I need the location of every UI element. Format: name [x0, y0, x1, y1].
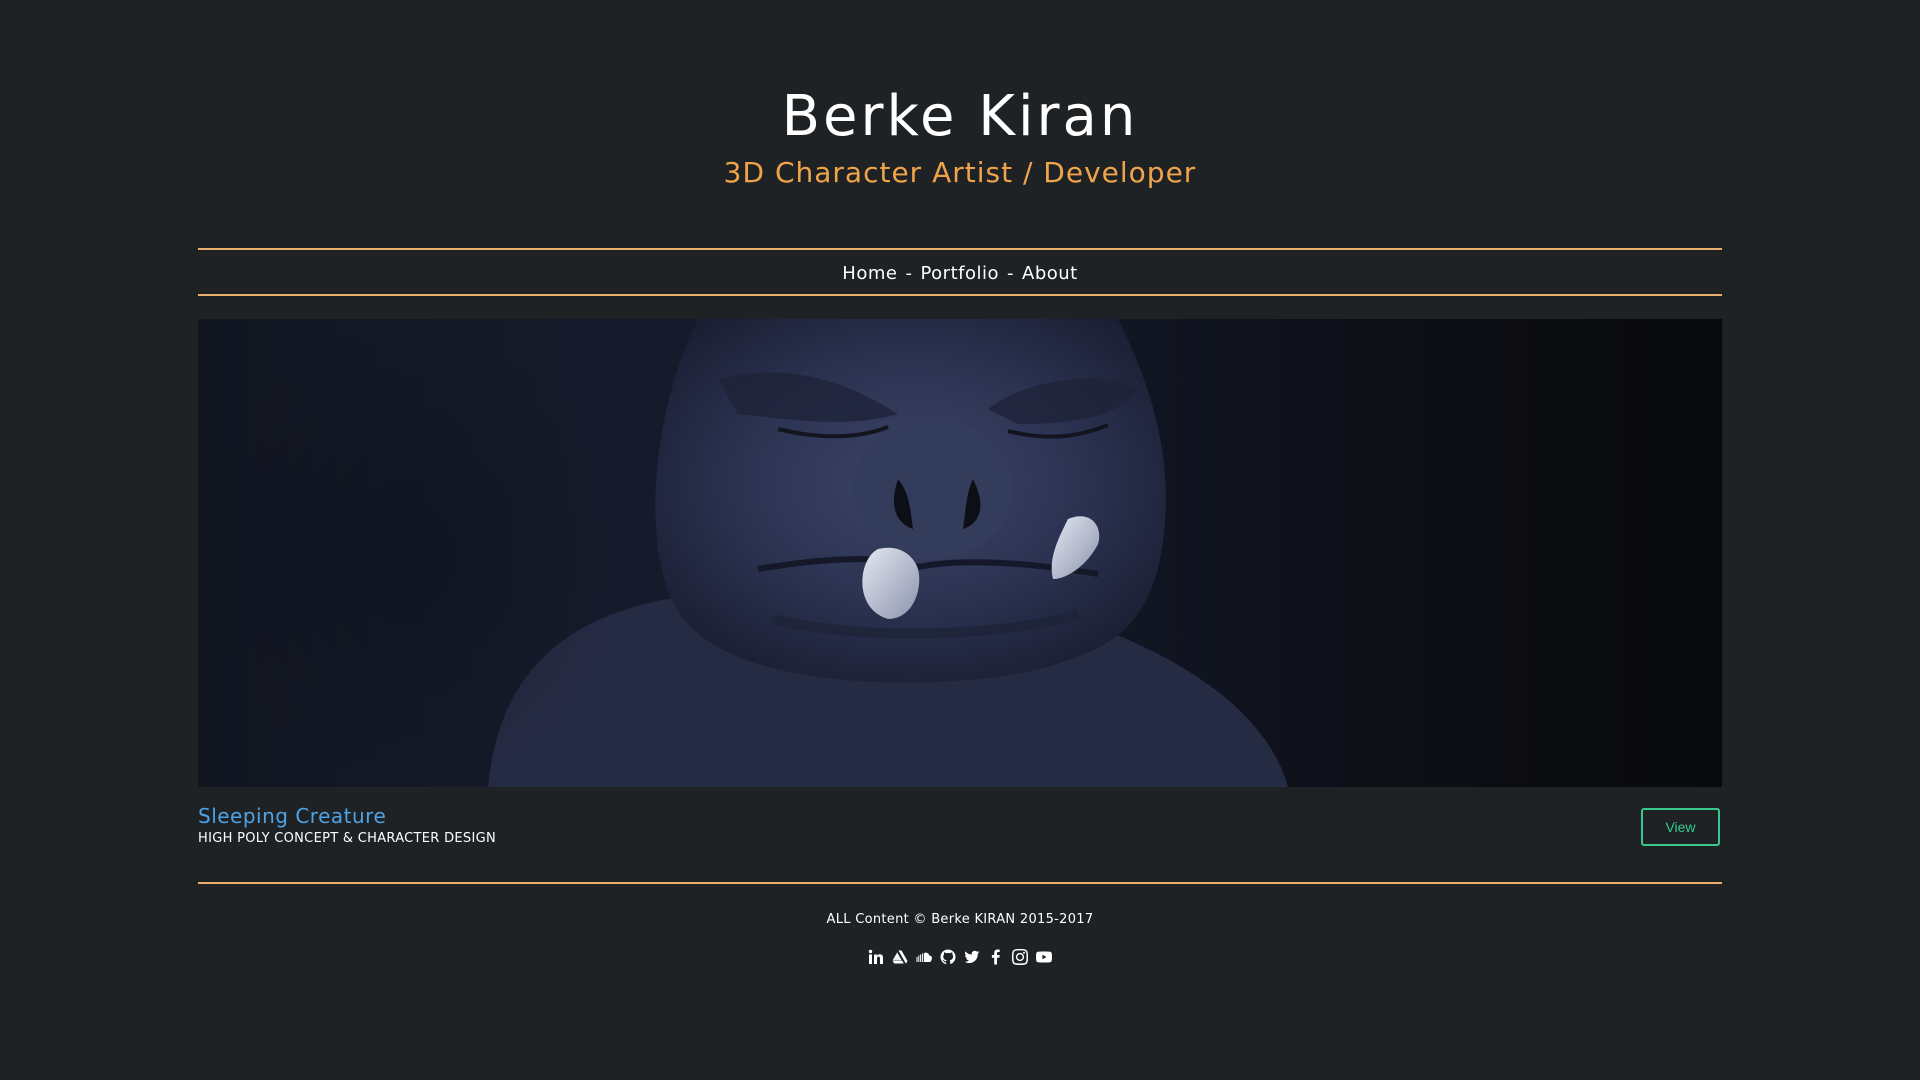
nav-item-about[interactable]: About — [1022, 263, 1078, 284]
nav-item-portfolio[interactable]: Portfolio — [920, 263, 999, 284]
twitter-icon[interactable] — [963, 948, 981, 966]
youtube-icon[interactable] — [1035, 948, 1053, 966]
view-button[interactable]: View — [1641, 808, 1720, 846]
project-subtitle: HIGH POLY CONCEPT & CHARACTER DESIGN — [198, 831, 496, 846]
nav-item-home[interactable]: Home — [842, 263, 897, 284]
creature-illustration — [198, 319, 1288, 787]
project-title[interactable]: Sleeping Creature — [198, 803, 386, 829]
soundcloud-icon[interactable] — [915, 948, 933, 966]
instagram-icon[interactable] — [1011, 948, 1029, 966]
copyright-text: ALL Content © Berke KIRAN 2015-2017 — [826, 912, 1094, 927]
hero-image — [198, 319, 1722, 787]
artstation-icon[interactable] — [891, 948, 909, 966]
linkedin-icon[interactable] — [867, 948, 885, 966]
nav-top-divider — [198, 248, 1722, 250]
social-links — [0, 948, 1920, 966]
footer-divider — [198, 882, 1722, 884]
nav-separator: - — [905, 262, 913, 284]
nav-bottom-divider — [198, 294, 1722, 296]
github-icon[interactable] — [939, 948, 957, 966]
nav-separator: - — [1007, 262, 1014, 284]
site-title: Berke Kiran — [781, 84, 1139, 149]
facebook-icon[interactable] — [987, 948, 1005, 966]
main-nav: Home - Portfolio - About — [198, 258, 1722, 288]
site-subtitle: 3D Character Artist / Developer — [723, 156, 1197, 189]
